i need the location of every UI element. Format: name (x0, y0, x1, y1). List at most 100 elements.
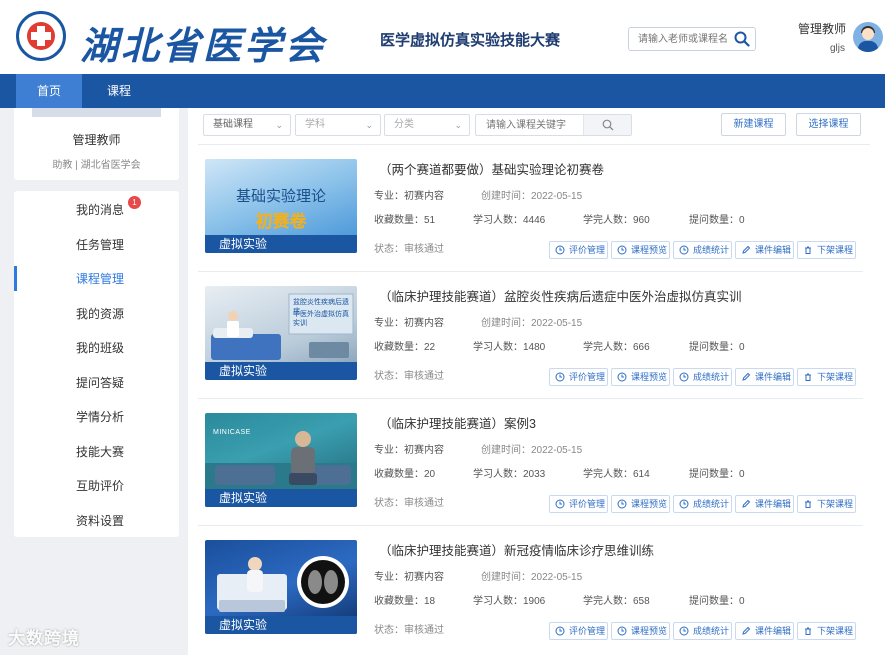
review-manage-button[interactable]: 评价管理 (549, 241, 608, 259)
clock-icon (617, 244, 627, 260)
clock-icon (555, 244, 565, 260)
score-stats-button[interactable]: 成绩统计 (673, 241, 732, 259)
course-questions: 提问数量：0 (689, 342, 745, 353)
header-search[interactable] (628, 27, 756, 51)
course-thumbnail[interactable]: 虚拟实验 (205, 540, 357, 634)
sidebar-item-settings[interactable]: 资料设置 (14, 504, 179, 539)
category-select[interactable]: 分类 ⌄ (384, 114, 470, 136)
category-value: 分类 (394, 119, 414, 130)
course-learners: 学习人数：2033 (473, 469, 546, 480)
course-card: 虚拟实验 （临床护理技能赛道）新冠疫情临床诊疗思维训练 专业：初赛内容 创建时间… (198, 526, 863, 653)
course-preview-button[interactable]: 课程预览 (611, 241, 670, 259)
course-thumbnail[interactable]: 基础实验理论 初赛卷 虚拟实验 (205, 159, 357, 253)
courseware-edit-button[interactable]: 课件编辑 (735, 622, 794, 640)
course-favorites: 收藏数量：18 (374, 596, 436, 607)
sidebar-item-classes[interactable]: 我的班级 (14, 331, 179, 366)
thumb-title: MINICASE (213, 429, 251, 436)
course-status: 状态：审核通过 (374, 498, 444, 509)
avatar[interactable] (853, 22, 883, 52)
course-status: 状态：审核通过 (374, 371, 444, 382)
course-preview-button[interactable]: 课程预览 (611, 368, 670, 386)
course-title[interactable]: （临床护理技能赛道）新冠疫情临床诊疗思维训练 (379, 540, 654, 559)
profile-banner (32, 108, 161, 117)
course-preview-button[interactable]: 课程预览 (611, 495, 670, 513)
course-created: 创建时间：2022-05-15 (481, 191, 583, 202)
course-actions: 评价管理 课程预览 成绩统计 课件编辑 下架课程 (549, 622, 861, 640)
course-created: 创建时间：2022-05-15 (481, 318, 583, 329)
chevron-down-icon: ⌄ (365, 120, 373, 130)
course-preview-button[interactable]: 课程预览 (611, 622, 670, 640)
search-icon (602, 119, 614, 131)
courseware-edit-button[interactable]: 课件编辑 (735, 368, 794, 386)
clock-icon (555, 625, 565, 641)
virtual-lab-tag: 虚拟实验 (205, 235, 357, 253)
keyword-input[interactable] (476, 115, 582, 136)
profile-role: 助教 | 湖北省医学会 (52, 160, 141, 171)
virtual-lab-tag: 虚拟实验 (205, 489, 357, 507)
user-id: gljs (830, 43, 846, 54)
sidebar-item-qa[interactable]: 提问答疑 (14, 366, 179, 401)
course-favorites: 收藏数量：20 (374, 469, 436, 480)
unread-badge: 1 (128, 196, 141, 209)
new-course-button[interactable]: 新建课程 (721, 113, 786, 136)
course-actions: 评价管理 课程预览 成绩统计 课件编辑 下架课程 (549, 495, 861, 513)
course-created: 创建时间：2022-05-15 (481, 445, 583, 456)
courseware-edit-button[interactable]: 课件编辑 (735, 495, 794, 513)
course-title[interactable]: （两个赛道都要做）基础实验理论初赛卷 (379, 159, 604, 178)
trash-icon (803, 371, 813, 387)
header-search-input[interactable] (629, 28, 733, 50)
course-status: 状态：审核通过 (374, 244, 444, 255)
sidebar-item-courses[interactable]: 课程管理 (14, 262, 179, 297)
review-manage-button[interactable]: 评价管理 (549, 622, 608, 640)
clock-icon (555, 371, 565, 387)
score-stats-button[interactable]: 成绩统计 (673, 368, 732, 386)
course-type-select[interactable]: 基础课程 ⌄ (203, 114, 291, 136)
course-thumbnail[interactable]: MINICASE 虚拟实验 (205, 413, 357, 507)
user-name[interactable]: 管理教师 (798, 20, 846, 37)
sidebar-item-competition[interactable]: 技能大赛 (14, 435, 179, 470)
sidebar-item-analytics[interactable]: 学情分析 (14, 400, 179, 435)
clock-icon (679, 625, 689, 641)
subject-value: 学科 (305, 119, 325, 130)
site-logo-text[interactable]: 湖北省医学会 (80, 15, 326, 70)
review-manage-button[interactable]: 评价管理 (549, 368, 608, 386)
score-stats-button[interactable]: 成绩统计 (673, 495, 732, 513)
clock-icon (679, 371, 689, 387)
subject-select[interactable]: 学科 ⌄ (295, 114, 381, 136)
course-title[interactable]: （临床护理技能赛道）案例3 (379, 413, 536, 432)
courseware-edit-button[interactable]: 课件编辑 (735, 241, 794, 259)
edit-icon (741, 625, 751, 641)
unpublish-button[interactable]: 下架课程 (797, 241, 856, 259)
unpublish-button[interactable]: 下架课程 (797, 495, 856, 513)
course-questions: 提问数量：0 (689, 469, 745, 480)
course-major: 专业：初赛内容 (374, 572, 444, 583)
society-logo-icon[interactable] (16, 11, 66, 61)
nav-home[interactable]: 首页 (16, 74, 82, 108)
search-icon[interactable] (734, 31, 750, 52)
keyword-search-button[interactable] (583, 115, 631, 135)
sidebar-item-resources[interactable]: 我的资源 (14, 297, 179, 332)
course-title[interactable]: （临床护理技能赛道）盆腔炎性疾病后遗症中医外治虚拟仿真实训 (379, 286, 742, 305)
course-actions: 评价管理 课程预览 成绩统计 课件编辑 下架课程 (549, 241, 861, 259)
choose-course-button[interactable]: 选择课程 (796, 113, 861, 136)
clock-icon (617, 625, 627, 641)
nav-course[interactable]: 课程 (86, 74, 152, 108)
review-manage-button[interactable]: 评价管理 (549, 495, 608, 513)
course-type-value: 基础课程 (213, 119, 253, 130)
course-actions: 评价管理 课程预览 成绩统计 课件编辑 下架课程 (549, 368, 861, 386)
score-stats-button[interactable]: 成绩统计 (673, 622, 732, 640)
trash-icon (803, 244, 813, 260)
course-finished: 学完人数：614 (583, 469, 650, 480)
course-thumbnail[interactable]: 盆腔炎性疾病后遗症 中医外治虚拟仿真实训 虚拟实验 (205, 286, 357, 380)
keyword-search[interactable] (475, 114, 632, 136)
clock-icon (555, 498, 565, 514)
course-questions: 提问数量：0 (689, 596, 745, 607)
sidebar-item-peer-review[interactable]: 互助评价 (14, 469, 179, 504)
profile-card: 管理教师 助教 | 湖北省医学会 (14, 108, 179, 180)
trash-icon (803, 498, 813, 514)
unpublish-button[interactable]: 下架课程 (797, 368, 856, 386)
sidebar-item-tasks[interactable]: 任务管理 (14, 228, 179, 263)
header: 湖北省医学会 医学虚拟仿真实验技能大赛 管理教师 gljs (0, 0, 885, 74)
unpublish-button[interactable]: 下架课程 (797, 622, 856, 640)
sidebar-item-messages[interactable]: 我的消息 (14, 193, 179, 228)
